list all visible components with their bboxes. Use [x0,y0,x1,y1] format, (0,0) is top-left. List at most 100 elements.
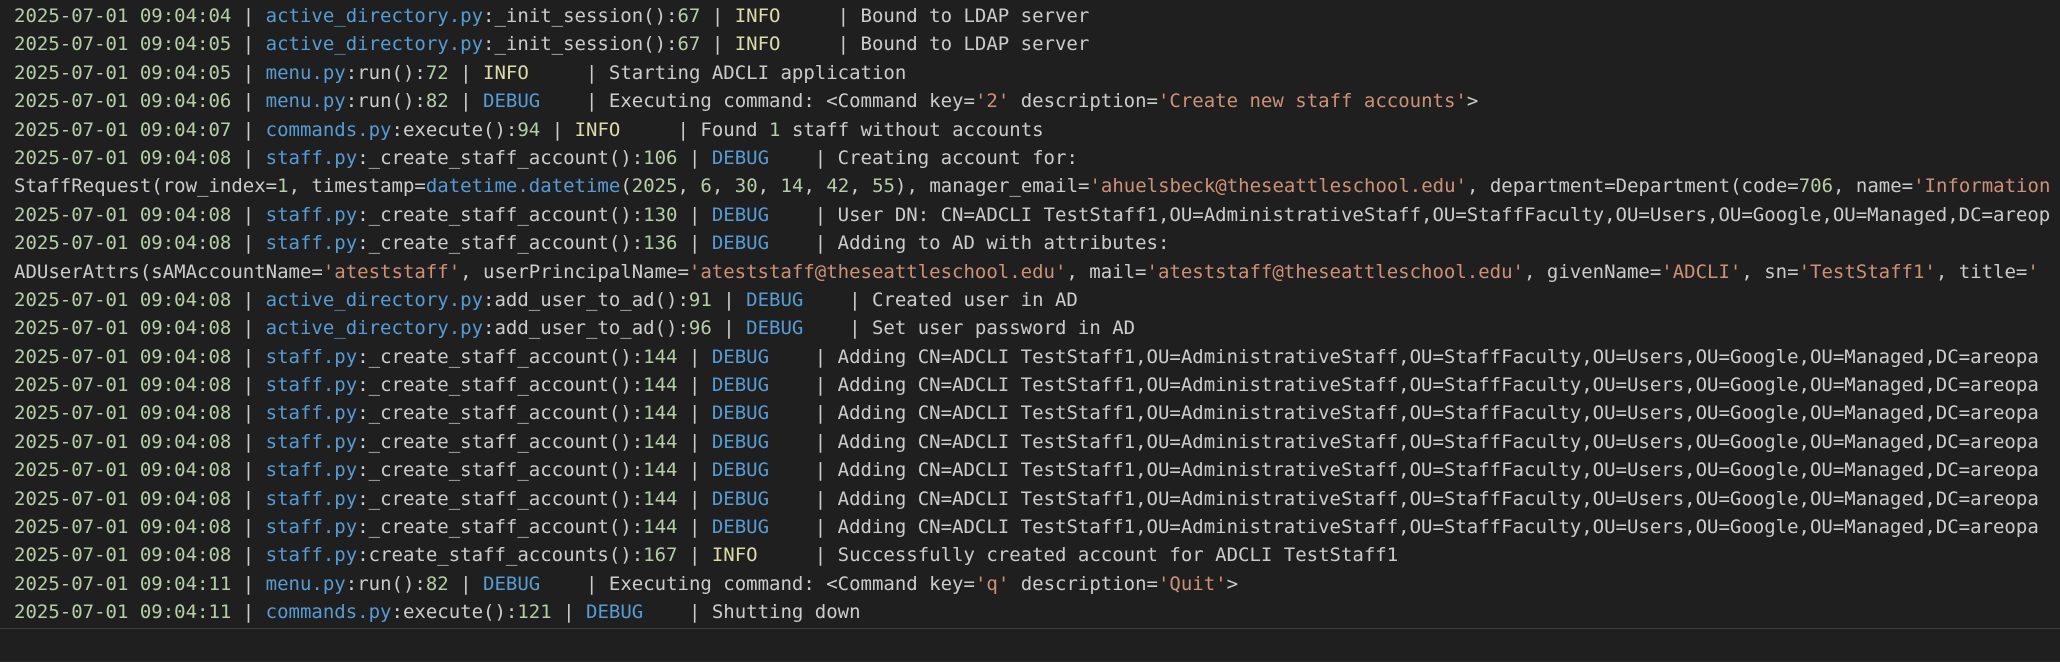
log-string-literal: 'TestStaff1' [1798,260,1936,283]
log-text: , userPrincipalName= [460,260,689,283]
log-number: 94 [517,118,541,141]
log-line: 2025-07-01 09:04:07 | commands.py:execut… [14,116,2060,144]
log-text: | Successfully created account for ADCLI… [803,544,1399,567]
terminal-input-line[interactable] [0,628,2060,662]
log-text: | [677,203,712,226]
log-text: :_create_staff_account(): [357,487,644,510]
log-source-file: staff.py [265,430,358,453]
log-text: :_create_staff_account(): [357,402,644,425]
log-text: | Adding CN=ADCLI TestStaff1,OU=Administ… [803,402,2039,425]
log-number: 106 [643,146,678,169]
log-line: 2025-07-01 09:04:08 | staff.py:_create_s… [14,513,2060,541]
log-string-literal: 'q' [974,572,1010,595]
log-text: | [677,345,712,368]
log-source-file: active_directory.py [265,5,484,27]
log-text: | Adding CN=ADCLI TestStaff1,OU=Administ… [803,345,2039,368]
log-text: :execute(): [391,601,518,624]
log-level-info: INFO [711,544,804,567]
log-line: 2025-07-01 09:04:08 | staff.py:_create_s… [14,201,2060,229]
log-string-literal: 'ateststaff@theseattleschool.edu' [1146,260,1525,283]
log-text: | Executing command: <Command key= [574,90,975,113]
log-text: | [448,572,484,595]
log-text: | [231,374,266,397]
log-line: 2025-07-01 09:04:05 | menu.py:run():72 |… [14,59,2060,87]
log-number: 55 [872,175,895,198]
log-text: | Bound to LDAP server [826,33,1090,56]
log-text: :run(): [345,61,426,84]
log-text: , [757,175,781,198]
log-level-debug: DEBUG [711,232,804,255]
log-text: | [448,61,484,84]
log-text: | [231,402,266,425]
log-line: 2025-07-01 09:04:05 | active_directory.p… [14,30,2060,58]
log-timestamp: 2025-07-01 09:04:11 [14,572,232,595]
log-text: :_create_staff_account(): [357,430,644,453]
log-source-file: menu.py [265,90,346,113]
log-text: | [231,288,266,311]
log-number: 706 [1798,175,1834,198]
log-timestamp: 2025-07-01 09:04:08 [14,232,232,255]
log-text: | [677,459,712,482]
log-level-info: INFO [734,5,827,27]
log-level-debug: DEBUG [711,345,804,368]
log-text: , timestamp= [288,175,426,198]
log-number: 72 [425,61,449,84]
log-line: 2025-07-01 09:04:11 | menu.py:run():82 |… [14,570,2060,598]
log-text: | [448,90,484,113]
log-text: :_create_staff_account(): [357,146,644,169]
log-text: , [803,175,827,198]
log-text: :_create_staff_account(): [357,374,644,397]
log-text: | [231,572,266,595]
log-source-file: menu.py [265,61,346,84]
log-text: | [677,516,712,539]
log-text: ), manager_email= [895,175,1090,198]
log-source-file: staff.py [265,516,358,539]
log-number: 30 [734,175,758,198]
log-number: 6 [700,175,712,198]
log-level-info: INFO [734,33,827,56]
log-source-file: staff.py [265,232,358,255]
log-source-file: active_directory.py [265,288,484,311]
log-level-debug: DEBUG [483,572,575,595]
log-text: , mail= [1066,260,1147,283]
log-text: | [540,118,575,141]
log-number: 144 [643,516,678,539]
log-line: StaffRequest(row_index=1, timestamp=date… [14,172,2060,200]
log-string-literal: 'ateststaff@theseattleschool.edu' [688,260,1067,283]
log-number: 96 [688,317,712,340]
log-level-debug: DEBUG [711,402,804,425]
log-text: | [231,516,266,539]
log-text: | [231,601,266,624]
log-level-debug: DEBUG [483,90,575,113]
log-source-file: active_directory.py [265,317,484,340]
log-line: 2025-07-01 09:04:08 | active_directory.p… [14,314,2060,342]
log-line: 2025-07-01 09:04:08 | staff.py:_create_s… [14,456,2060,484]
log-text: | [711,288,747,311]
log-text: | [231,61,266,84]
log-text: | User DN: CN=ADCLI TestStaff1,OU=Admini… [803,203,2051,226]
log-text: | [677,487,712,510]
log-number: 67 [677,33,701,56]
log-string-literal: 'Quit' [1157,572,1227,595]
log-string-literal: 'ADCLI' [1661,260,1742,283]
log-text: | Adding CN=ADCLI TestStaff1,OU=Administ… [803,459,2039,482]
log-number: 144 [643,430,678,453]
log-text: , [711,175,735,198]
log-line: 2025-07-01 09:04:08 | staff.py:_create_s… [14,229,2060,257]
log-string-literal: '2' [974,90,1010,113]
log-text: | [551,601,587,624]
log-source-file: menu.py [265,572,346,595]
log-text: :_create_staff_account(): [357,345,644,368]
log-number: 82 [425,90,449,113]
log-timestamp: 2025-07-01 09:04:08 [14,430,232,453]
log-text: | [700,33,735,56]
log-line: 2025-07-01 09:04:04 | active_directory.p… [14,2,2060,30]
log-text: > [1466,90,1479,113]
log-number: 67 [677,5,701,27]
terminal-log: 2025-07-01 09:04:04 | active_directory.p… [14,2,2060,627]
log-source-file: staff.py [265,203,358,226]
log-text: | [677,374,712,397]
log-source-file: active_directory.py [265,33,484,56]
log-text: | Adding CN=ADCLI TestStaff1,OU=Administ… [803,374,2039,397]
log-source-file: staff.py [265,146,358,169]
